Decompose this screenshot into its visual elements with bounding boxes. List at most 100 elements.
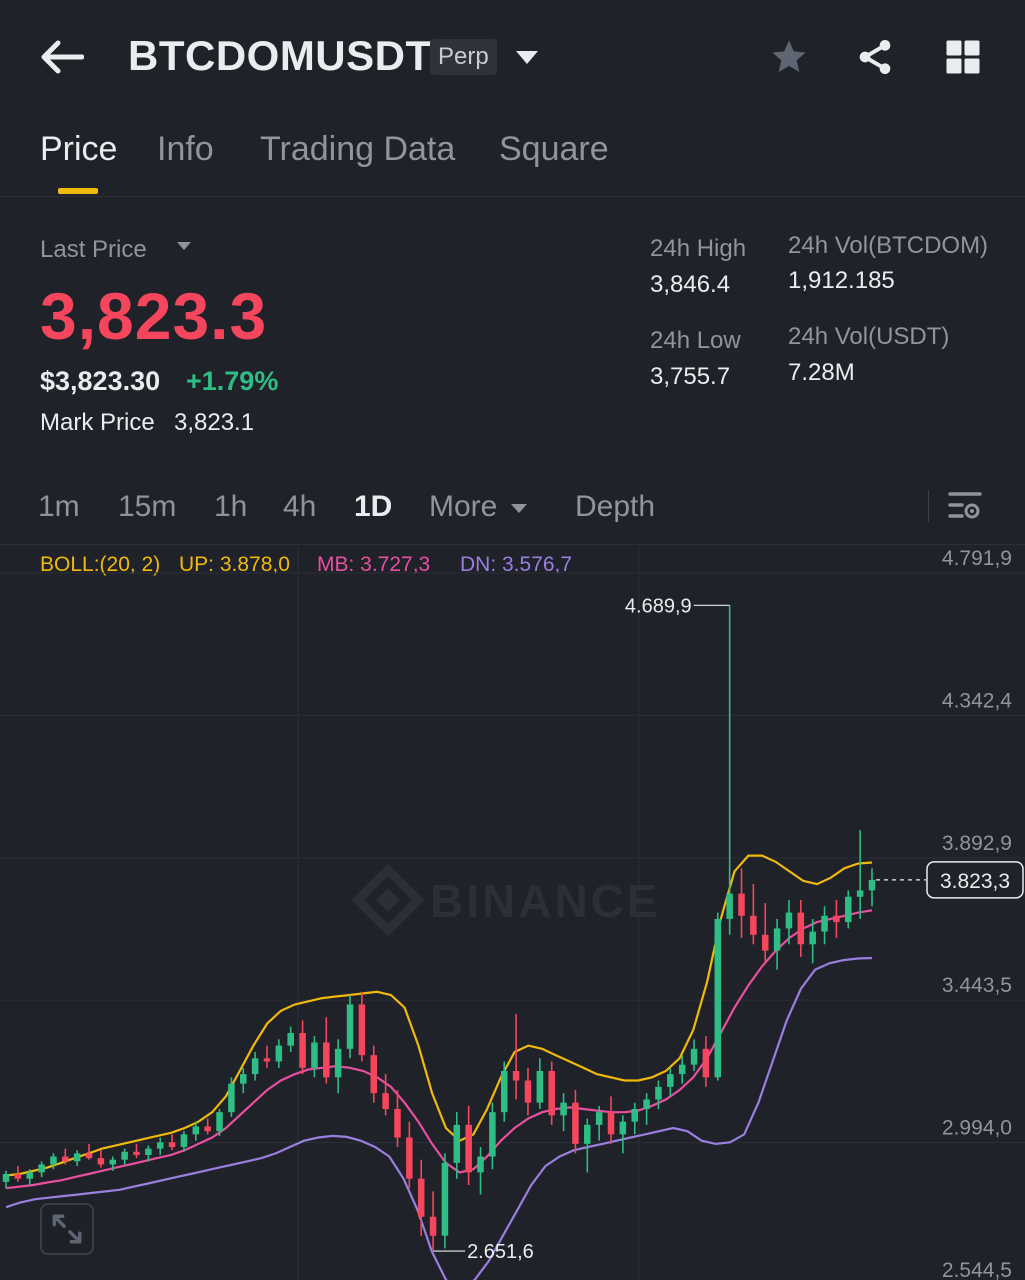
candle bbox=[773, 918, 781, 970]
candle bbox=[738, 868, 745, 938]
candle bbox=[263, 1045, 271, 1068]
candle bbox=[73, 1150, 81, 1167]
min-price-label: 2.651,6 bbox=[467, 1241, 534, 1263]
y-axis-tick: 3.892,9 bbox=[942, 832, 1012, 855]
last-price-dropdown[interactable] bbox=[174, 238, 194, 254]
candlestick-chart[interactable]: BINANCE 4.791,9 4.342,4 3.892,9 3.443,5 2.99… bbox=[0, 545, 1025, 1280]
caret-down-icon bbox=[516, 51, 538, 64]
candle bbox=[239, 1067, 247, 1094]
candle bbox=[204, 1118, 211, 1135]
candle bbox=[690, 1039, 698, 1071]
candle bbox=[133, 1143, 140, 1159]
candle bbox=[156, 1137, 164, 1155]
y-axis-tick: 2.994,0 bbox=[942, 1117, 1012, 1140]
candle bbox=[251, 1051, 259, 1081]
binance-watermark: BINANCE bbox=[351, 863, 661, 937]
y-axis-tick: 4.342,4 bbox=[942, 689, 1012, 712]
candle bbox=[500, 1061, 508, 1122]
candle bbox=[512, 1013, 520, 1100]
perp-badge: Perp bbox=[430, 39, 497, 75]
chart-settings-button[interactable] bbox=[946, 488, 984, 524]
candle bbox=[346, 994, 354, 1059]
current-price-text: 3.823,3 bbox=[940, 870, 1010, 893]
candle bbox=[560, 1093, 567, 1132]
fullscreen-button[interactable] bbox=[40, 1203, 94, 1255]
candle bbox=[168, 1134, 176, 1151]
candle bbox=[38, 1161, 45, 1178]
candle bbox=[358, 991, 366, 1062]
high-24h-label: 24h High bbox=[650, 235, 747, 262]
interval-1h[interactable]: 1h bbox=[214, 490, 247, 524]
candle bbox=[299, 1020, 306, 1075]
high-24h-value: 3,846.4 bbox=[650, 271, 731, 298]
candle bbox=[334, 1039, 342, 1094]
tab-price[interactable]: Price bbox=[40, 130, 117, 169]
interval-1d[interactable]: 1D bbox=[354, 490, 392, 524]
candle bbox=[643, 1093, 650, 1125]
candle bbox=[833, 899, 840, 938]
interval-4h[interactable]: 4h bbox=[283, 490, 316, 524]
symbol-title[interactable]: BTCDOMUSDT bbox=[128, 32, 432, 80]
share-button[interactable] bbox=[852, 34, 898, 80]
candle bbox=[726, 605, 733, 935]
tab-square[interactable]: Square bbox=[499, 130, 609, 169]
candle bbox=[477, 1147, 484, 1195]
candle bbox=[524, 1067, 532, 1116]
share-icon bbox=[859, 40, 891, 74]
candle bbox=[441, 1153, 449, 1249]
low-24h-value: 3,755.7 bbox=[650, 363, 731, 390]
favorite-button[interactable] bbox=[766, 34, 812, 80]
tabs-divider bbox=[0, 196, 1025, 197]
interval-divider bbox=[928, 490, 929, 522]
mark-price-value: 3,823.1 bbox=[174, 409, 255, 436]
y-axis-tick: 3.443,5 bbox=[942, 974, 1012, 997]
menu-grid-button[interactable] bbox=[940, 34, 986, 80]
last-price-value: 3,823.3 bbox=[40, 279, 268, 353]
candle bbox=[536, 1058, 544, 1110]
last-price-label: Last Price bbox=[40, 236, 147, 263]
symbol-dropdown-button[interactable] bbox=[512, 44, 542, 70]
candle bbox=[121, 1148, 128, 1165]
active-tab-indicator bbox=[58, 188, 98, 194]
candle bbox=[275, 1039, 283, 1068]
tab-trading-data[interactable]: Trading Data bbox=[260, 130, 455, 169]
y-axis-labels: 4.791,9 4.342,4 3.892,9 3.443,5 2.994,0 2.544… bbox=[942, 547, 1012, 1280]
candle bbox=[406, 1121, 413, 1189]
candle bbox=[572, 1090, 579, 1154]
y-axis-tick: 4.791,9 bbox=[942, 547, 1012, 570]
depth-tab[interactable]: Depth bbox=[575, 490, 655, 524]
interval-1m[interactable]: 1m bbox=[38, 490, 80, 524]
back-arrow-icon bbox=[41, 40, 84, 74]
candle bbox=[856, 830, 864, 919]
watermark-text: BINANCE bbox=[430, 875, 661, 927]
interval-15m[interactable]: 15m bbox=[118, 490, 176, 524]
candle bbox=[287, 1026, 294, 1052]
candle bbox=[761, 903, 769, 964]
candle bbox=[97, 1150, 105, 1168]
price-change-percent: +1.79% bbox=[186, 366, 279, 396]
vol-quote-value: 7.28M bbox=[788, 359, 855, 386]
max-price-label: 4.689,9 bbox=[625, 595, 692, 617]
caret-down-icon bbox=[510, 504, 527, 514]
candle bbox=[370, 1045, 378, 1103]
candle bbox=[489, 1102, 496, 1170]
candle bbox=[868, 868, 876, 907]
candle bbox=[2, 1170, 10, 1189]
y-axis-tick: 2.544,5 bbox=[942, 1259, 1012, 1280]
candle bbox=[702, 1036, 710, 1087]
candle bbox=[821, 906, 828, 945]
candle bbox=[714, 912, 722, 1081]
low-24h-label: 24h Low bbox=[650, 327, 741, 354]
vol-base-value: 1,912.185 bbox=[788, 267, 895, 294]
grid-icon bbox=[946, 40, 980, 74]
interval-more[interactable]: More bbox=[429, 490, 528, 524]
candle bbox=[667, 1067, 674, 1097]
candle bbox=[311, 1036, 318, 1078]
candle bbox=[797, 899, 805, 957]
vol-base-label: 24h Vol(BTCDOM) bbox=[788, 232, 989, 259]
star-icon bbox=[772, 40, 806, 72]
candle bbox=[584, 1118, 591, 1173]
candle bbox=[750, 884, 757, 945]
back-button[interactable] bbox=[36, 36, 88, 78]
tab-info[interactable]: Info bbox=[157, 130, 214, 169]
